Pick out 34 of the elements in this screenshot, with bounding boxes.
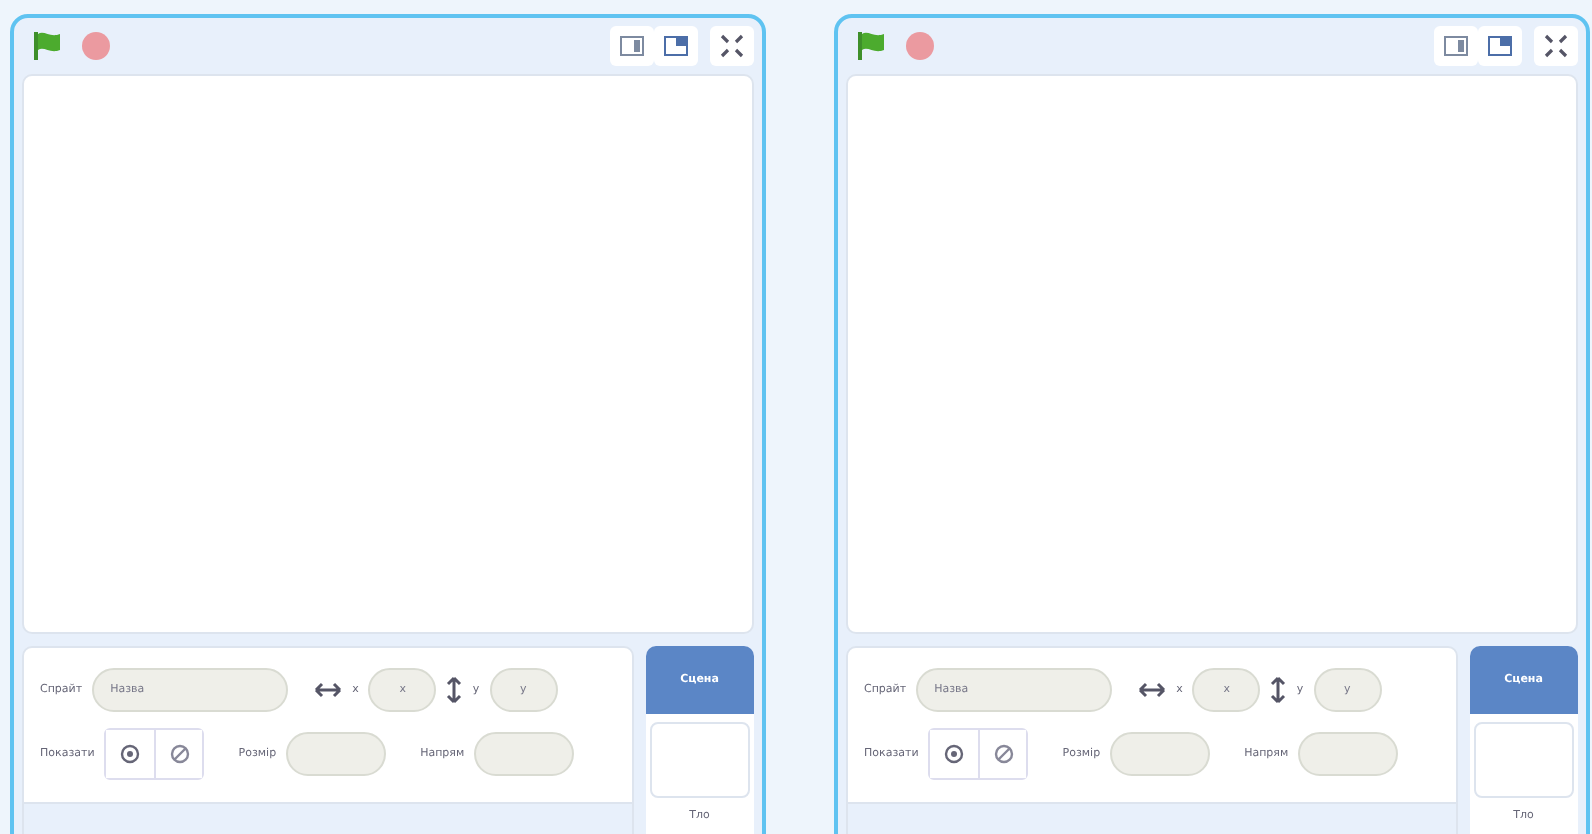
fullscreen-icon xyxy=(1544,34,1568,58)
horizontal-arrow-icon xyxy=(314,682,343,698)
fullscreen-button[interactable] xyxy=(710,26,754,66)
flag-button[interactable] xyxy=(854,28,890,64)
large-stage-button[interactable] xyxy=(1478,26,1522,66)
stop-button[interactable] xyxy=(78,28,114,64)
size-field[interactable] xyxy=(1110,732,1211,776)
stage-thumbnail xyxy=(1473,722,1574,798)
fullscreen-icon xyxy=(720,34,744,58)
eye-icon xyxy=(944,744,965,764)
hide-eye-button[interactable] xyxy=(154,730,203,778)
large-stage-icon xyxy=(664,36,688,56)
vertical-arrow-icon xyxy=(1270,676,1287,704)
large-stage-button[interactable] xyxy=(654,26,698,66)
flag-icon xyxy=(856,30,888,62)
large-stage-icon xyxy=(1488,36,1512,56)
stage-thumbnail xyxy=(649,722,750,798)
small-stage-button[interactable] xyxy=(610,26,654,66)
vertical-arrow-icon xyxy=(446,676,463,704)
flag-icon xyxy=(32,30,64,62)
hide-eye-button[interactable] xyxy=(978,730,1027,778)
crossed-circle-icon xyxy=(993,744,1014,764)
crossed-circle-icon xyxy=(169,744,190,764)
direction-field[interactable] xyxy=(474,732,575,776)
fullscreen-button[interactable] xyxy=(1534,26,1578,66)
small-stage-icon xyxy=(1444,36,1468,56)
stop-button[interactable] xyxy=(902,28,938,64)
horizontal-arrow-icon xyxy=(1138,682,1167,698)
size-field[interactable] xyxy=(286,732,387,776)
small-stage-button[interactable] xyxy=(1434,26,1478,66)
flag-button[interactable] xyxy=(30,28,66,64)
direction-field[interactable] xyxy=(1298,732,1399,776)
small-stage-icon xyxy=(620,36,644,56)
eye-icon xyxy=(120,744,141,764)
